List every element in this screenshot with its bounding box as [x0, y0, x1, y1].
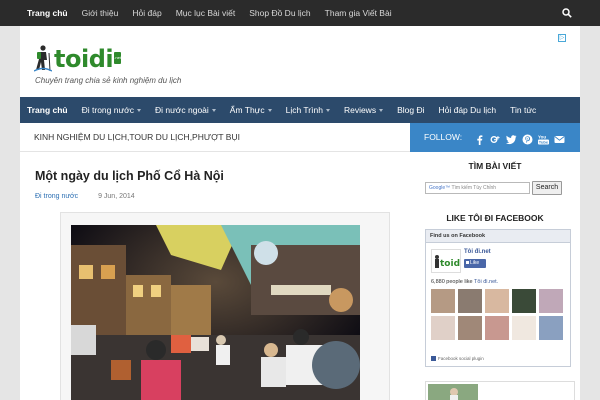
- facebook-icon: [431, 356, 436, 362]
- social-icons: You Tube: [474, 123, 565, 152]
- fan-avatar[interactable]: [512, 289, 536, 313]
- widget-thumbnail[interactable]: [428, 384, 478, 400]
- chevron-down-icon: [267, 109, 272, 113]
- site-logo[interactable]: toidi .net: [34, 40, 122, 73]
- facebook-widget-title: LIKE TÔI ĐI FACEBOOK: [446, 213, 544, 223]
- nav-news[interactable]: Tin tức: [503, 97, 543, 123]
- fan-avatar[interactable]: [458, 316, 482, 340]
- fan-avatar[interactable]: [485, 316, 509, 340]
- topnav-index[interactable]: Mục lục Bài viết: [169, 0, 243, 26]
- google-plus-icon[interactable]: [490, 132, 501, 143]
- twitter-icon[interactable]: [506, 132, 517, 145]
- ad-choices-icon[interactable]: ▷: [558, 34, 566, 42]
- facebook-like-count: 6,880 people like Tôi đi.net.: [431, 279, 498, 285]
- logo-badge: .net: [114, 52, 122, 64]
- post-date: 9 Jun, 2014: [98, 193, 135, 200]
- search-icon[interactable]: [554, 0, 580, 26]
- top-bar: Trang chủ Giới thiệu Hỏi đáp Mục lục Bài…: [0, 0, 600, 26]
- nav-abroad[interactable]: Đi nước ngoài: [148, 97, 223, 123]
- facebook-count-page[interactable]: Tôi đi.net.: [474, 279, 498, 285]
- fan-avatar[interactable]: [512, 316, 536, 340]
- facebook-box-header: Find us on Facebook: [426, 230, 570, 243]
- nav-blog-label: Blog Đi: [397, 105, 425, 115]
- fan-avatar[interactable]: [485, 289, 509, 313]
- youtube-icon[interactable]: You Tube: [538, 132, 549, 145]
- main-content: KINH NGHIỆM DU LỊCH,TOUR DU LỊCH,PHƯỢT B…: [20, 123, 410, 400]
- post-title[interactable]: Một ngày du lịch Phố Cổ Hà Nội: [35, 169, 224, 183]
- follow-bar: FOLLOW: You Tube: [410, 123, 580, 152]
- topnav-write[interactable]: Tham gia Viết Bài: [318, 0, 399, 26]
- nav-home[interactable]: Trang chủ: [20, 97, 75, 123]
- facebook-plugin-footer: Facebook social plugin: [431, 356, 484, 362]
- sidebar: FOLLOW: You Tube TÌM BÀI VIẾT Google™ Tìm…: [410, 123, 580, 400]
- thumbs-up-icon: [466, 261, 469, 265]
- nav-news-label: Tin tức: [510, 105, 537, 115]
- site-header: toidi .net Chuyên trang chia sẻ kinh ngh…: [20, 26, 580, 97]
- topnav-faq[interactable]: Hỏi đáp: [125, 0, 168, 26]
- pinterest-icon[interactable]: [522, 132, 533, 145]
- nav-travel-faq-label: Hỏi đáp Du lịch: [438, 105, 497, 115]
- facebook-page-avatar[interactable]: toidi: [431, 249, 463, 273]
- svg-text:Tube: Tube: [539, 140, 549, 145]
- main-nav: Trang chủ Đi trong nước Đi nước ngoài Ẩm…: [20, 97, 580, 123]
- post-category-link[interactable]: Đi trong nước: [35, 193, 78, 200]
- chevron-down-icon: [137, 109, 141, 113]
- topnav-shop[interactable]: Shop Đồ Du lịch: [242, 0, 317, 26]
- facebook-plugin-label: Facebook social plugin: [438, 356, 484, 361]
- facebook-fan-faces: [431, 289, 567, 340]
- search-placeholder: Tìm kiếm Tùy Chỉnh: [451, 185, 497, 191]
- post-meta: Đi trong nước 9 Jun, 2014: [35, 193, 135, 200]
- site-tagline: Chuyên trang chia sẻ kinh nghiệm du lịch: [35, 76, 182, 85]
- nav-itinerary[interactable]: Lịch Trình: [279, 97, 337, 123]
- nav-domestic-label: Đi trong nước: [81, 105, 134, 115]
- logo-text: toidi: [54, 45, 114, 73]
- top-nav: Trang chủ Giới thiệu Hỏi đáp Mục lục Bài…: [20, 0, 399, 26]
- next-widget-box: [425, 381, 575, 400]
- svg-text:toidi: toidi: [440, 259, 460, 269]
- search-button[interactable]: Search: [532, 181, 562, 195]
- fan-avatar[interactable]: [539, 289, 563, 313]
- fan-avatar[interactable]: [431, 316, 455, 340]
- facebook-count-text: 6,880 people like: [431, 279, 473, 285]
- fan-avatar[interactable]: [431, 289, 455, 313]
- search-input[interactable]: Google™ Tìm kiếm Tùy Chỉnh: [425, 182, 530, 194]
- chevron-down-icon: [379, 109, 384, 113]
- nav-reviews[interactable]: Reviews: [337, 97, 390, 123]
- fan-avatar[interactable]: [539, 316, 563, 340]
- chevron-down-icon: [211, 109, 216, 113]
- topnav-about[interactable]: Giới thiệu: [75, 0, 126, 26]
- facebook-page-name[interactable]: Tôi đi.net: [464, 249, 491, 255]
- follow-label: FOLLOW:: [424, 132, 463, 142]
- email-icon[interactable]: [554, 132, 565, 143]
- chevron-down-icon: [325, 109, 330, 113]
- facebook-like-button[interactable]: Like: [464, 259, 486, 268]
- nav-blog[interactable]: Blog Đi: [390, 97, 431, 123]
- nav-abroad-label: Đi nước ngoài: [155, 105, 209, 115]
- nav-home-label: Trang chủ: [27, 105, 68, 115]
- nav-food-label: Ẩm Thực: [229, 105, 265, 115]
- nav-food[interactable]: Ẩm Thực: [223, 97, 279, 123]
- nav-travel-faq[interactable]: Hỏi đáp Du lịch: [431, 97, 503, 123]
- nav-reviews-label: Reviews: [343, 105, 377, 115]
- nav-itinerary-label: Lịch Trình: [285, 105, 323, 115]
- featured-photo[interactable]: [71, 225, 360, 400]
- photo-frame: [60, 212, 390, 400]
- topnav-home[interactable]: Trang chủ: [20, 0, 75, 26]
- hiker-icon: [34, 45, 52, 72]
- facebook-like-box: Find us on Facebook toidi Tôi đi.net Lik…: [425, 229, 571, 367]
- search-widget-title: TÌM BÀI VIẾT: [468, 161, 522, 171]
- nav-domestic[interactable]: Đi trong nước: [75, 97, 148, 123]
- facebook-like-label: Like: [470, 260, 480, 266]
- breadcrumb: KINH NGHIỆM DU LỊCH,TOUR DU LỊCH,PHƯỢT B…: [20, 123, 410, 152]
- facebook-icon[interactable]: [474, 132, 485, 145]
- fan-avatar[interactable]: [458, 289, 482, 313]
